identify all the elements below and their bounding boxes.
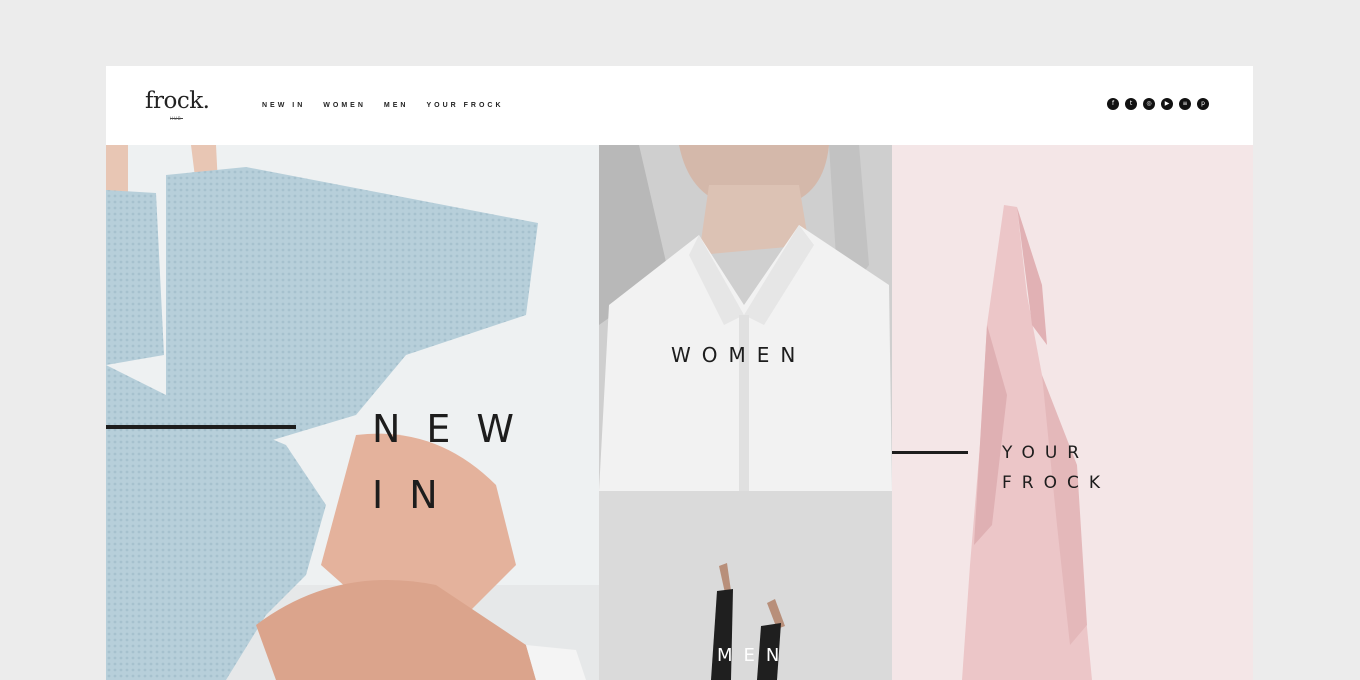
logo[interactable]: frock. <box>145 88 210 114</box>
nav-item-your-frock[interactable]: YOUR FROCK <box>426 102 503 109</box>
logo-sub: HUB <box>170 116 182 121</box>
nav-item-new-in[interactable]: NEW IN <box>262 102 305 109</box>
women-label: WOMEN <box>671 343 807 367</box>
panel-men[interactable]: MEN <box>599 491 892 680</box>
site-header: frock. HUB NEW IN WOMEN MEN YOUR FROCK f… <box>106 66 1253 145</box>
your-frock-photo <box>892 145 1253 680</box>
new-in-label-line2: IN <box>372 473 464 517</box>
panel-new-in[interactable]: NEW IN <box>106 145 599 680</box>
nav-item-women[interactable]: WOMEN <box>323 102 366 109</box>
youtube-icon[interactable]: ▶ <box>1161 98 1173 110</box>
new-in-label-line1: NEW <box>372 407 541 451</box>
panel-your-frock[interactable]: YOUR FROCK <box>892 145 1253 680</box>
nav-item-men[interactable]: MEN <box>384 102 409 109</box>
your-frock-label-line1: YOUR <box>1002 443 1090 463</box>
new-in-rule <box>106 425 296 429</box>
men-label: MEN <box>717 645 791 666</box>
your-frock-rule <box>892 451 968 454</box>
main-nav: NEW IN WOMEN MEN YOUR FROCK <box>262 102 522 109</box>
twitter-icon[interactable]: t <box>1125 98 1137 110</box>
your-frock-label-line2: FROCK <box>1002 473 1110 493</box>
women-photo <box>599 145 892 491</box>
spotify-icon[interactable]: ≡ <box>1179 98 1191 110</box>
social-links: f t ◎ ▶ ≡ p <box>1107 98 1215 110</box>
instagram-icon[interactable]: ◎ <box>1143 98 1155 110</box>
pinterest-icon[interactable]: p <box>1197 98 1209 110</box>
panel-women[interactable]: WOMEN <box>599 145 892 491</box>
facebook-icon[interactable]: f <box>1107 98 1119 110</box>
site-frame: frock. HUB NEW IN WOMEN MEN YOUR FROCK f… <box>106 66 1253 680</box>
